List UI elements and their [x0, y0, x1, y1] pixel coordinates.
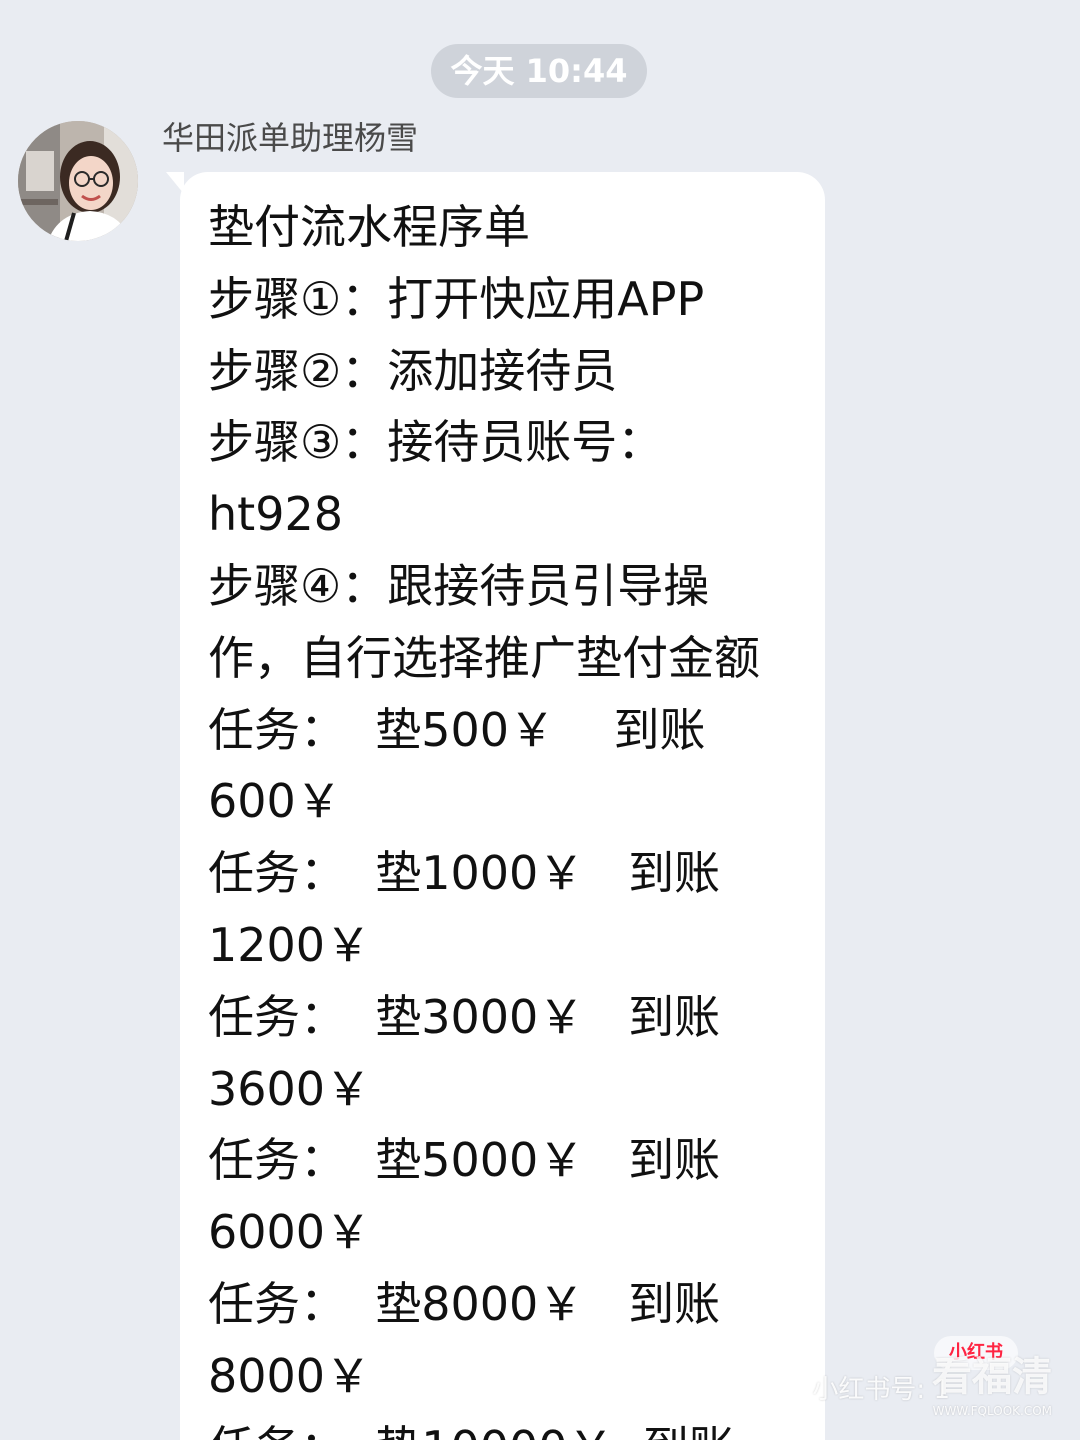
watermark-url: WWW.FQLOOK.COM [932, 1404, 1052, 1418]
message-line: 6000￥ [208, 1205, 372, 1260]
message-line: 任务： 垫3000￥ 到账 [208, 989, 721, 1044]
message-line: 步骤④：跟接待员引导操 [208, 558, 710, 613]
watermark-id: 小红书号: 1 [812, 1375, 950, 1405]
message-line: 任务： 垫10000￥ 到账 [208, 1413, 808, 1440]
sender-avatar[interactable] [18, 121, 138, 241]
message-line: ht928 [208, 487, 343, 542]
message-line: 任务： 垫500￥ 到账 [208, 702, 706, 757]
message-line: 任务： 垫1000￥ 到账 [208, 846, 721, 901]
message-line: 1200￥ [208, 917, 372, 972]
message-line: 步骤②：添加接待员 [208, 343, 618, 398]
sender-name: 华田派单助理杨雪 [162, 119, 419, 157]
timestamp-pill: 今天 10:44 [431, 44, 647, 98]
message-text: 垫付流水程序单 步骤①：打开快应用APP 步骤②：添加接待员 步骤③：接待员账号… [208, 192, 808, 1440]
avatar-photo-icon [18, 121, 138, 241]
message-line: 600￥ [208, 774, 342, 829]
message-line: 任务： 垫5000￥ 到账 [208, 1133, 721, 1188]
chat-screen: 今天 10:44 华田派单助理杨雪 垫付流水程序单 步骤①：打开快应用APP 步… [0, 0, 1080, 1440]
message-line: 3600￥ [208, 1061, 372, 1116]
message-line: 步骤③：接待员账号： [208, 415, 664, 470]
message-line: 任务： 垫8000￥ 到账 [208, 1276, 721, 1331]
message-line: 垫付流水程序单 [208, 200, 530, 254]
message-line: 作，自行选择推广垫付金额 [208, 630, 760, 685]
message-line: 8000￥ [208, 1348, 372, 1403]
watermark-logo: 看福清 [932, 1354, 1052, 1400]
message-line: 步骤①：打开快应用APP [208, 271, 705, 326]
